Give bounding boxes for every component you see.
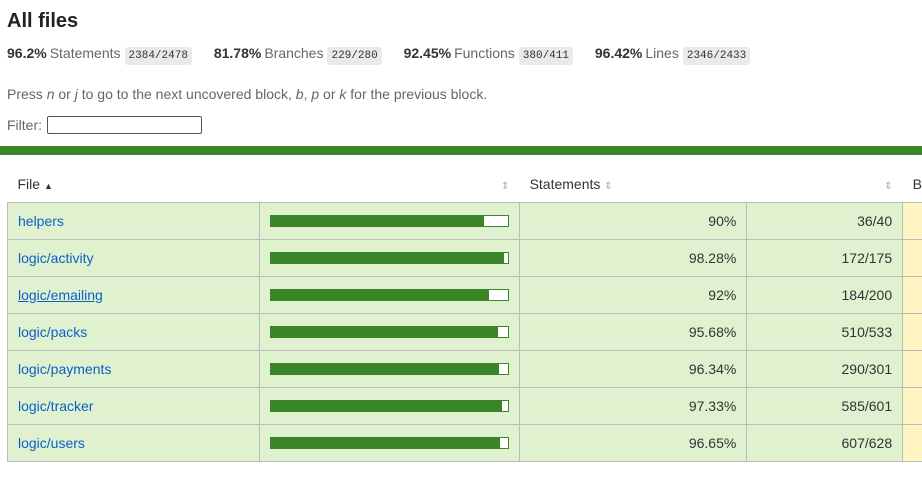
filter-label: Filter:	[7, 117, 42, 133]
summary-fraction-badge: 380/411	[518, 47, 573, 65]
statements-pct-cell: 95.68%	[519, 313, 748, 351]
file-link[interactable]: logic/payments	[18, 361, 111, 377]
branches-cell	[902, 387, 922, 425]
summary-pct: 92.45%	[403, 45, 452, 61]
keyboard-hint: Press n or j to go to the next uncovered…	[7, 86, 488, 102]
summary-fraction-badge: 2346/2433	[682, 47, 751, 65]
coverage-bar-fill	[271, 216, 485, 226]
summary-branches: 81.78% Branches 229/280	[213, 45, 382, 65]
statements-fraction-cell: 172/175	[746, 239, 904, 277]
file-cell: logic/users	[6, 424, 261, 462]
file-cell: logic/emailing	[6, 276, 261, 314]
coverage-bar-fill	[271, 438, 501, 448]
file-link[interactable]: logic/users	[18, 435, 85, 451]
statements-pct-cell: 96.34%	[519, 350, 748, 388]
file-link[interactable]: logic/emailing	[18, 287, 103, 303]
summary-fraction-badge: 229/280	[327, 47, 382, 65]
coverage-bar-fill	[271, 401, 502, 411]
coverage-bar-fill	[271, 327, 498, 337]
coverage-bar	[270, 363, 510, 375]
sort-icon: ⇕	[501, 180, 510, 192]
statements-fraction-cell: 585/601	[746, 387, 904, 425]
coverage-bar-fill	[271, 253, 504, 263]
table-row: logic/tracker 97.33% 585/601	[6, 387, 922, 425]
summary-label: Lines	[645, 45, 679, 61]
table-row: logic/activity 98.28% 172/175	[6, 239, 922, 277]
table-row: logic/payments 96.34% 290/301	[6, 350, 922, 388]
statements-fraction-cell: 36/40	[746, 202, 904, 240]
summary-pct: 96.42%	[594, 45, 643, 61]
coverage-summary: 96.2% Statements 2384/2478 81.78% Branches 2…	[7, 45, 768, 65]
summary-pct: 81.78%	[213, 45, 262, 61]
summary-lines: 96.42% Lines 2346/2433	[594, 45, 751, 65]
file-link[interactable]: helpers	[18, 213, 64, 229]
file-cell: logic/activity	[6, 239, 261, 277]
summary-functions: 92.45% Functions 380/411	[403, 45, 573, 65]
coverage-bar-cell	[259, 424, 521, 462]
statements-column-header[interactable]: Statements ⇕	[520, 165, 747, 203]
statements-fraction-cell: 290/301	[746, 350, 904, 388]
coverage-bar-fill	[271, 364, 500, 374]
coverage-bar	[270, 437, 510, 449]
coverage-bar-cell	[259, 239, 521, 277]
coverage-table: File ▲ ⇕ Statements ⇕ ⇕ B helpers 90% 36…	[6, 165, 922, 462]
summary-statements: 96.2% Statements 2384/2478	[7, 45, 192, 65]
file-column-header[interactable]: File ▲	[8, 165, 260, 203]
coverage-bar-cell	[259, 313, 521, 351]
summary-label: Functions	[454, 45, 515, 61]
branches-cell	[902, 313, 922, 351]
branches-cell	[902, 350, 922, 388]
summary-pct: 96.2%	[7, 45, 47, 61]
statements-fraction-cell: 184/200	[746, 276, 904, 314]
status-bar	[0, 146, 922, 155]
branches-cell	[902, 276, 922, 314]
file-cell: logic/packs	[6, 313, 261, 351]
coverage-bar	[270, 252, 510, 264]
coverage-bar	[270, 326, 510, 338]
branches-cell	[902, 239, 922, 277]
table-row: logic/users 96.65% 607/628	[6, 424, 922, 462]
branches-cell	[902, 424, 922, 462]
statements-pct-cell: 96.65%	[519, 424, 748, 462]
table-row: logic/emailing 92% 184/200	[6, 276, 922, 314]
table-row: helpers 90% 36/40	[6, 202, 922, 240]
filter-input[interactable]	[47, 116, 202, 134]
coverage-bar-cell	[259, 202, 521, 240]
coverage-bar	[270, 215, 510, 227]
statements-pct-cell: 97.33%	[519, 387, 748, 425]
sort-icon: ⇕	[604, 180, 613, 192]
statements-pct-cell: 98.28%	[519, 239, 748, 277]
file-cell: logic/payments	[6, 350, 261, 388]
coverage-bar	[270, 400, 510, 412]
summary-label: Statements	[49, 45, 121, 61]
statements-fraction-cell: 607/628	[746, 424, 904, 462]
file-link[interactable]: logic/packs	[18, 324, 87, 340]
coverage-bar	[270, 289, 510, 301]
file-link[interactable]: logic/activity	[18, 250, 93, 266]
sort-icon: ⇕	[884, 180, 893, 192]
branches-column-header[interactable]: B	[903, 165, 922, 203]
statements-pct-cell: 90%	[519, 202, 748, 240]
sort-ascending-icon: ▲	[43, 180, 53, 191]
filter-row: Filter:	[7, 116, 202, 134]
summary-fraction-badge: 2384/2478	[124, 47, 192, 65]
coverage-bar-cell	[259, 387, 521, 425]
statements-pct-cell: 92%	[519, 276, 748, 314]
file-cell: helpers	[6, 202, 261, 240]
coverage-bar-cell	[259, 350, 521, 388]
summary-label: Branches	[264, 45, 324, 61]
file-cell: logic/tracker	[6, 387, 261, 425]
page-title: All files	[7, 10, 79, 32]
bar-column-header[interactable]: ⇕	[260, 165, 520, 203]
statements-fraction-column-header[interactable]: ⇕	[747, 165, 903, 203]
branches-cell	[902, 202, 922, 240]
file-link[interactable]: logic/tracker	[18, 398, 93, 414]
statements-fraction-cell: 510/533	[746, 313, 904, 351]
coverage-bar-fill	[271, 290, 490, 300]
coverage-bar-cell	[259, 276, 521, 314]
table-header-row: File ▲ ⇕ Statements ⇕ ⇕ B	[8, 165, 922, 203]
table-row: logic/packs 95.68% 510/533	[6, 313, 922, 351]
